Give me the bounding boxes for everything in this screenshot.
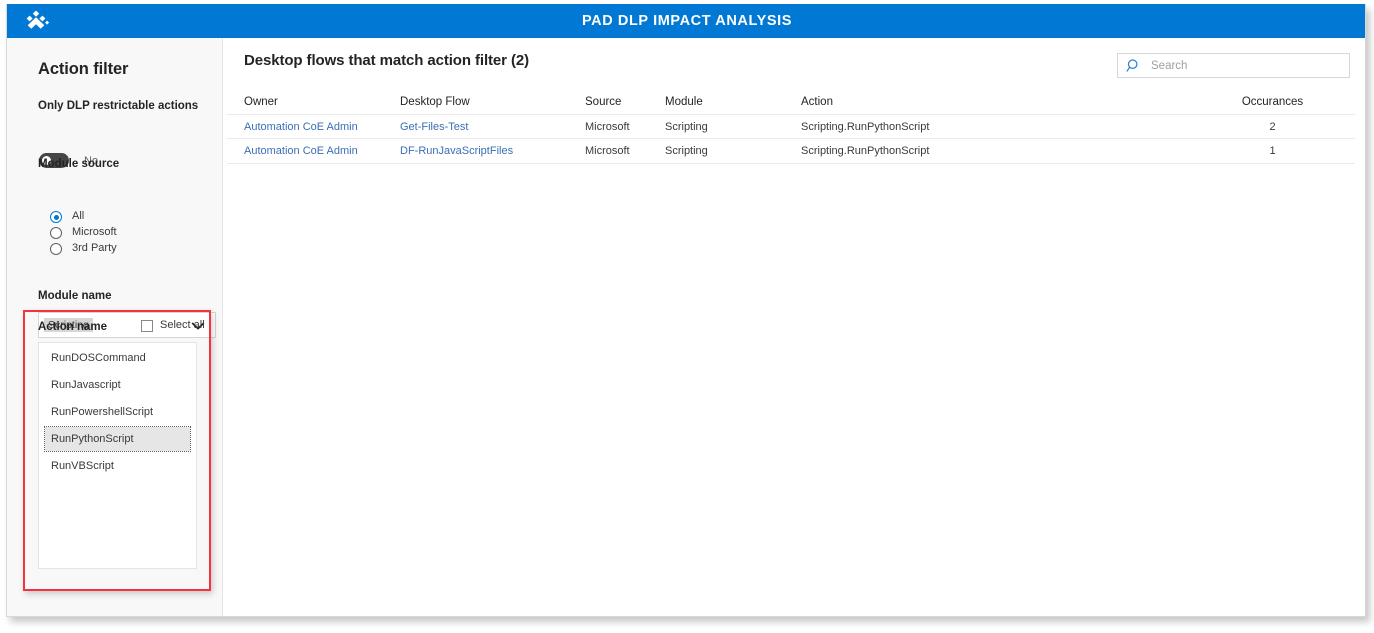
page-title: PAD DLP IMPACT ANALYSIS (581, 13, 793, 29)
column-header-action[interactable]: Action (801, 90, 1201, 114)
radio-dot-icon (50, 243, 62, 255)
report-page: PAD DLP IMPACT ANALYSIS Action filter On… (0, 0, 1374, 633)
search-icon (1126, 58, 1142, 74)
column-header-desktop-flow[interactable]: Desktop Flow (400, 90, 575, 114)
app-banner: PAD DLP IMPACT ANALYSIS (7, 4, 1365, 38)
filter-pane-title: Action filter (38, 60, 129, 78)
table-header-row: Owner Desktop Flow Source Module Action … (227, 90, 1355, 114)
table-row[interactable]: Automation CoE Admin DF-RunJavaScriptFil… (227, 139, 1355, 164)
radio-label: All (72, 210, 85, 222)
search-input[interactable] (1149, 54, 1344, 77)
table-row[interactable]: Automation CoE Admin Get-Files-Test Micr… (227, 114, 1355, 139)
cell-desktop-flow[interactable]: DF-RunJavaScriptFiles (400, 139, 575, 164)
report-frame: PAD DLP IMPACT ANALYSIS Action filter On… (6, 4, 1366, 617)
cell-source: Microsoft (585, 145, 630, 157)
radio-label: 3rd Party (72, 242, 117, 254)
column-header-source[interactable]: Source (585, 90, 655, 114)
list-item[interactable]: RunJavascript (45, 373, 190, 397)
radio-dot-icon (50, 211, 62, 223)
select-all-label: Select all (160, 319, 205, 331)
list-item[interactable]: RunDOSCommand (45, 346, 190, 370)
column-header-owner[interactable]: Owner (244, 90, 394, 114)
cell-owner[interactable]: Automation CoE Admin (244, 115, 394, 140)
results-heading: Desktop flows that match action filter (… (244, 52, 530, 69)
column-header-occurances[interactable]: Occurances (1195, 90, 1350, 114)
action-name-listbox[interactable]: RunDOSCommand RunJavascript RunPowershel… (38, 342, 197, 569)
module-source-label: Module source (38, 158, 120, 170)
list-item[interactable]: RunPowershellScript (45, 400, 190, 424)
list-item-selected[interactable]: RunPythonScript (44, 426, 191, 452)
cell-module: Scripting (665, 121, 708, 133)
action-name-label: Action name (38, 321, 108, 333)
radio-dot-icon (50, 227, 62, 239)
search-box[interactable] (1117, 53, 1350, 78)
column-header-module[interactable]: Module (665, 90, 790, 114)
list-item[interactable]: RunVBScript (45, 454, 190, 478)
cell-source: Microsoft (585, 121, 630, 133)
cell-action: Scripting.RunPythonScript (801, 145, 930, 157)
action-filter-pane: Action filter Only DLP restrictable acti… (7, 38, 223, 616)
module-name-label: Module name (38, 290, 112, 302)
dlp-filter-label: Only DLP restrictable actions (38, 100, 199, 112)
main-content: Desktop flows that match action filter (… (223, 38, 1365, 616)
cell-occurances: 2 (1269, 121, 1276, 133)
cell-module: Scripting (665, 145, 708, 157)
cell-occurances: 1 (1269, 145, 1276, 157)
cell-owner[interactable]: Automation CoE Admin (244, 139, 394, 164)
desktop-flows-table: Owner Desktop Flow Source Module Action … (223, 90, 1365, 164)
cell-action: Scripting.RunPythonScript (801, 121, 930, 133)
checkbox-icon (141, 320, 153, 332)
radio-label: Microsoft (72, 226, 117, 238)
cell-desktop-flow[interactable]: Get-Files-Test (400, 115, 575, 140)
